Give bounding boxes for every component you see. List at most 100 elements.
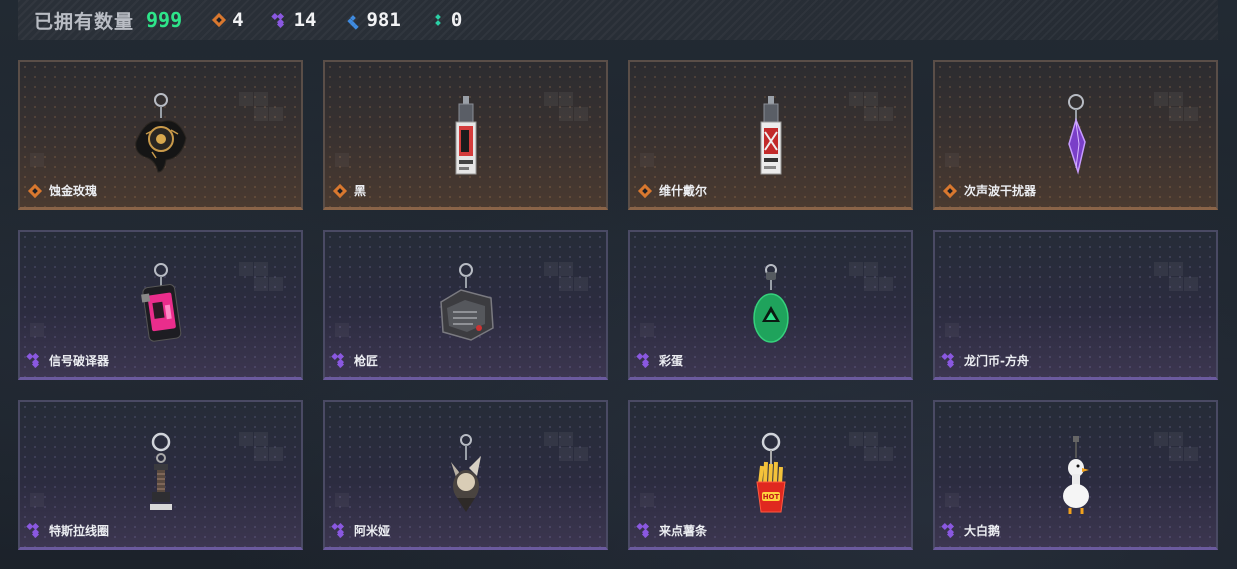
charm-label: 黑 <box>333 182 366 199</box>
card-decoration <box>1154 432 1198 476</box>
purple-cluster-icon <box>638 354 652 368</box>
charm-card[interactable]: 次声波干扰器 <box>933 60 1218 210</box>
stat-blue-value: 981 <box>366 9 401 31</box>
card-decoration <box>335 323 349 337</box>
charm-name: 黑 <box>354 184 367 198</box>
purple-cluster-icon <box>333 524 347 538</box>
charm-name: 次声波干扰器 <box>964 184 1037 198</box>
charm-name: 维什戴尔 <box>659 184 708 198</box>
card-decoration <box>239 262 283 306</box>
charm-card[interactable]: HOT 来点薯条 <box>628 400 913 550</box>
purple-cluster-icon <box>274 13 288 27</box>
charm-label: 大白鹅 <box>943 522 1000 539</box>
phone-card-charm-icon <box>726 92 816 180</box>
phone-card-charm-icon <box>421 92 511 180</box>
charm-card[interactable]: 阿米娅 <box>323 400 608 550</box>
card-decoration <box>239 92 283 136</box>
card-decoration <box>640 153 654 167</box>
card-decoration <box>30 153 44 167</box>
svg-text:HOT: HOT <box>762 493 779 501</box>
orange-diamond-icon <box>333 184 347 198</box>
card-decoration <box>544 262 588 306</box>
green-egg-charm-icon <box>726 262 816 350</box>
card-decoration <box>945 493 959 507</box>
black-rose-charm-icon <box>116 92 206 180</box>
card-decoration <box>544 432 588 476</box>
inventory-header: 已拥有数量 999 4 14 981 0 <box>18 0 1218 40</box>
charm-card[interactable]: 特斯拉线圈 <box>18 400 303 550</box>
orange-diamond-icon <box>28 184 42 198</box>
card-decoration <box>1154 92 1198 136</box>
charm-grid: 蚀金玫瑰 黑 维什戴尔 次声波干扰器 信号破译器 枪匠 彩蛋 龙门币-方舟 特斯… <box>18 60 1218 550</box>
card-decoration <box>335 153 349 167</box>
owned-count: 999 <box>146 8 183 32</box>
card-decoration <box>1154 262 1198 306</box>
charm-card[interactable]: 彩蛋 <box>628 230 913 380</box>
purple-cluster-icon <box>943 524 957 538</box>
stat-green: 0 <box>431 9 462 31</box>
orange-diamond-icon <box>943 184 957 198</box>
card-decoration <box>945 153 959 167</box>
card-decoration <box>849 92 893 136</box>
charm-label: 龙门币-方舟 <box>943 352 1029 369</box>
charm-name: 蚀金玫瑰 <box>49 184 98 198</box>
fries-charm-icon: HOT <box>726 432 816 520</box>
amiya-charm-icon <box>421 432 511 520</box>
card-decoration <box>640 323 654 337</box>
purple-cluster-icon <box>333 354 347 368</box>
green-dots-icon <box>431 13 445 27</box>
charm-card[interactable]: 大白鹅 <box>933 400 1218 550</box>
card-decoration <box>945 323 959 337</box>
orange-diamond-icon <box>212 13 226 27</box>
charm-label: 维什戴尔 <box>638 182 707 199</box>
purple-cluster-icon <box>943 354 957 368</box>
stat-blue: 981 <box>346 9 400 31</box>
stat-green-value: 0 <box>450 9 463 31</box>
purple-crystal-charm-icon <box>1031 92 1121 180</box>
charm-label: 枪匠 <box>333 352 378 369</box>
card-decoration <box>849 432 893 476</box>
charm-name: 信号破译器 <box>49 354 110 368</box>
card-decoration <box>335 493 349 507</box>
charm-label: 信号破译器 <box>28 352 109 369</box>
owned-label: 已拥有数量 <box>34 10 135 33</box>
card-decoration <box>849 262 893 306</box>
charm-card[interactable]: 黑 <box>323 60 608 210</box>
purple-cluster-icon <box>28 354 42 368</box>
charm-name: 来点薯条 <box>659 524 708 538</box>
stat-purple-value: 14 <box>293 9 317 31</box>
charm-name: 龙门币-方舟 <box>964 354 1029 368</box>
card-decoration <box>640 493 654 507</box>
charm-name: 阿米娅 <box>354 524 391 538</box>
charm-label: 来点薯条 <box>638 522 707 539</box>
charm-card[interactable]: 枪匠 <box>323 230 608 380</box>
charm-label: 特斯拉线圈 <box>28 522 109 539</box>
charm-name: 彩蛋 <box>659 354 684 368</box>
card-decoration <box>239 432 283 476</box>
orange-diamond-icon <box>638 184 652 198</box>
charm-label: 次声波干扰器 <box>943 182 1036 199</box>
stat-orange-value: 4 <box>232 9 244 31</box>
purple-cluster-icon <box>28 524 42 538</box>
card-decoration <box>544 92 588 136</box>
card-decoration <box>30 323 44 337</box>
gun-box-charm-icon <box>421 262 511 350</box>
white-goose-charm-icon <box>1031 432 1121 520</box>
tesla-coil-charm-icon <box>116 432 206 520</box>
stat-orange: 4 <box>212 9 243 31</box>
charm-name: 大白鹅 <box>964 524 1001 538</box>
charm-card[interactable]: 信号破译器 <box>18 230 303 380</box>
charm-label: 阿米娅 <box>333 522 390 539</box>
card-decoration <box>30 493 44 507</box>
pink-device-charm-icon <box>116 262 206 350</box>
charm-card[interactable]: 蚀金玫瑰 <box>18 60 303 210</box>
blue-cluster-icon <box>346 13 360 27</box>
charm-name: 特斯拉线圈 <box>49 524 110 538</box>
charm-name: 枪匠 <box>354 354 379 368</box>
charm-label: 蚀金玫瑰 <box>28 182 97 199</box>
purple-cluster-icon <box>638 524 652 538</box>
stat-purple: 14 <box>274 9 317 31</box>
charm-card[interactable]: 维什戴尔 <box>628 60 913 210</box>
charm-card[interactable]: 龙门币-方舟 <box>933 230 1218 380</box>
charm-label: 彩蛋 <box>638 352 683 369</box>
